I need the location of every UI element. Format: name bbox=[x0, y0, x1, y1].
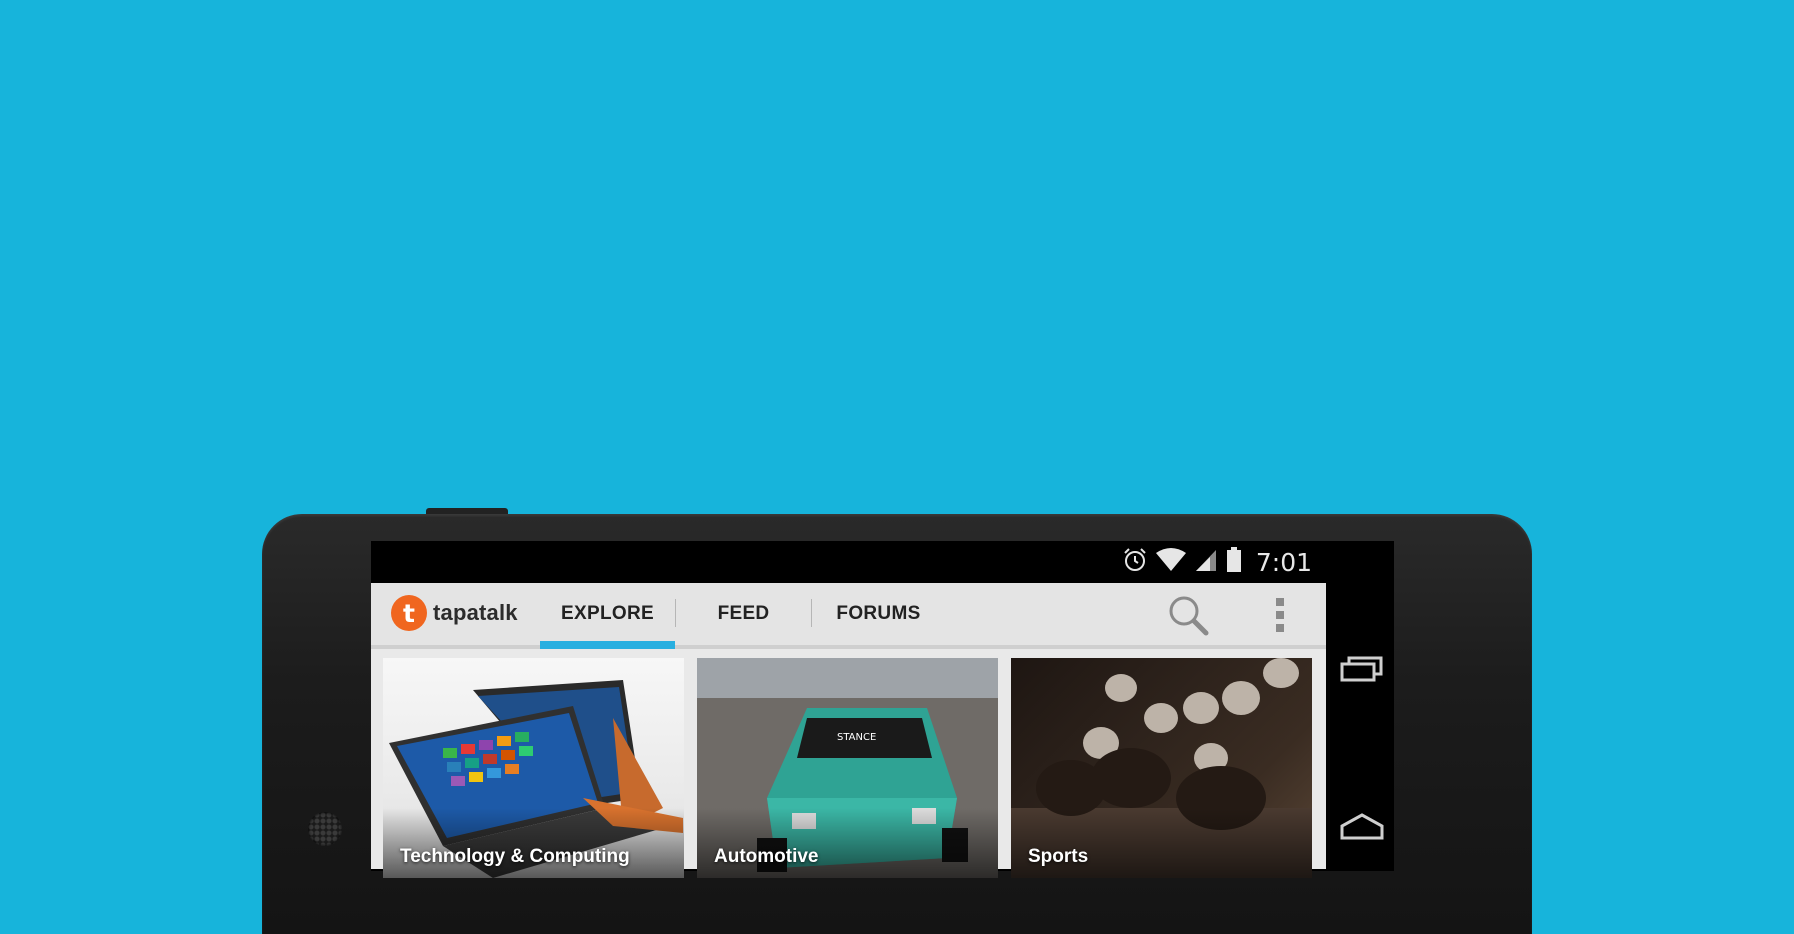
overflow-dot bbox=[1276, 624, 1284, 632]
status-bar: 7:01 bbox=[371, 541, 1326, 583]
tapatalk-logo[interactable]: t tapatalk bbox=[391, 595, 518, 631]
logo-text: tapatalk bbox=[433, 600, 518, 625]
search-button[interactable] bbox=[1166, 593, 1212, 637]
category-card-sports[interactable]: Sports bbox=[1011, 658, 1312, 878]
recents-button[interactable] bbox=[1339, 654, 1385, 689]
category-card-technology[interactable]: Technology & Computing bbox=[383, 658, 684, 878]
home-button[interactable] bbox=[1339, 812, 1385, 847]
search-icon bbox=[1169, 596, 1209, 636]
category-label: Automotive bbox=[714, 846, 819, 867]
svg-text:STANCE: STANCE bbox=[837, 732, 876, 743]
overflow-menu-button[interactable] bbox=[1269, 595, 1291, 635]
category-card-automotive[interactable]: STANCE Automotive bbox=[697, 658, 998, 878]
category-grid: Technology & Computing STANCE Automotive bbox=[371, 649, 1326, 878]
overflow-dot bbox=[1276, 611, 1284, 619]
app-bar: t tapatalk EXPLORE FEED FORUMS bbox=[371, 583, 1326, 649]
status-time: 7:01 bbox=[1255, 548, 1312, 577]
home-icon bbox=[1340, 813, 1384, 840]
battery-icon bbox=[1226, 547, 1242, 578]
speaker-grille bbox=[308, 812, 342, 846]
logo-badge-icon: t bbox=[391, 595, 427, 631]
tab-feed[interactable]: FEED bbox=[676, 583, 811, 645]
overflow-menu-icon bbox=[1276, 598, 1284, 606]
alarm-icon bbox=[1122, 547, 1148, 578]
recents-icon bbox=[1340, 656, 1383, 682]
category-label: Sports bbox=[1028, 846, 1089, 867]
tab-forums[interactable]: FORUMS bbox=[811, 583, 946, 645]
signal-icon bbox=[1194, 548, 1218, 577]
category-label: Technology & Computing bbox=[400, 846, 630, 867]
tab-explore[interactable]: EXPLORE bbox=[540, 583, 675, 649]
wifi-icon bbox=[1155, 548, 1186, 577]
